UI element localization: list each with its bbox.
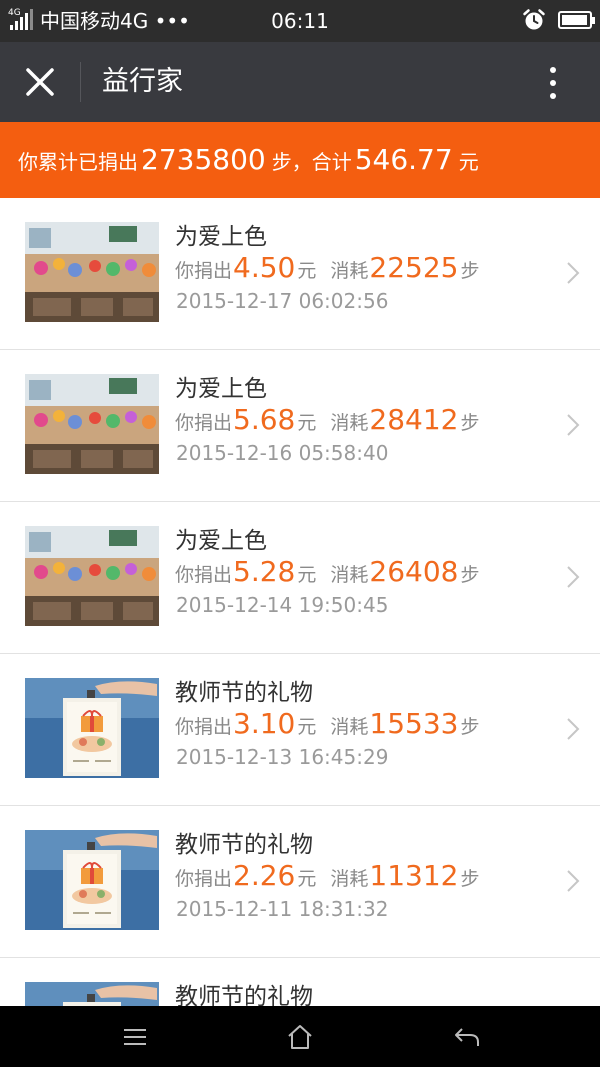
consumed-label: 消耗 bbox=[330, 260, 369, 282]
chevron-right-icon bbox=[567, 262, 580, 284]
steps-unit: 步 bbox=[460, 412, 480, 434]
yuan-unit: 元 bbox=[297, 716, 317, 738]
steps-unit: 步 bbox=[460, 868, 480, 890]
donation-timestamp: 2015-12-16 05:58:40 bbox=[176, 441, 389, 465]
steps-consumed: 28412 bbox=[369, 403, 459, 436]
donation-list-item[interactable]: 教师节的礼物 bbox=[0, 958, 600, 1006]
app-title-bar: 益行家 bbox=[0, 42, 600, 122]
yuan-unit: 元 bbox=[297, 868, 317, 890]
gift-card-photo-thumbnail bbox=[25, 982, 159, 1006]
donation-stats: 你捐出5.28 元消耗26408 步 bbox=[175, 554, 479, 590]
more-vertical-icon[interactable] bbox=[538, 64, 568, 102]
donation-list-item[interactable]: 为爱上色 你捐出5.68 元消耗28412 步 2015-12-16 05:58:4… bbox=[0, 350, 600, 502]
consumed-label: 消耗 bbox=[330, 716, 369, 738]
summary-steps-unit: 步，合计 bbox=[271, 150, 352, 174]
donation-timestamp: 2015-12-13 16:45:29 bbox=[176, 745, 389, 769]
project-name: 为爱上色 bbox=[175, 224, 267, 250]
donation-stats: 你捐出2.26 元消耗11312 步 bbox=[175, 858, 479, 894]
project-name: 为爱上色 bbox=[175, 376, 267, 402]
chevron-right-icon bbox=[567, 718, 580, 740]
steps-unit: 步 bbox=[460, 260, 480, 282]
summary-total-steps: 2735800 bbox=[141, 143, 266, 176]
donated-label: 你捐出 bbox=[175, 716, 233, 738]
classroom-photo-thumbnail bbox=[25, 374, 159, 474]
gift-card-photo-thumbnail bbox=[25, 678, 159, 778]
status-bar: 4G 中国移动4G ••• 06:11 bbox=[0, 0, 600, 42]
donation-timestamp: 2015-12-14 19:50:45 bbox=[176, 593, 389, 617]
donation-list-item[interactable]: 教师节的礼物 你捐出2.26 元消耗11312 步 2015-12-11 18:31… bbox=[0, 806, 600, 958]
donation-amount: 4.50 bbox=[233, 251, 296, 284]
close-icon[interactable] bbox=[20, 62, 60, 102]
project-name: 教师节的礼物 bbox=[175, 832, 313, 858]
donation-stats: 你捐出4.50 元消耗22525 步 bbox=[175, 250, 479, 286]
battery-icon bbox=[558, 11, 595, 29]
donation-summary-banner: 你累计已捐出 2735800 步，合计 546.77 元 bbox=[0, 122, 600, 198]
summary-amount-unit: 元 bbox=[458, 150, 479, 174]
donation-amount: 2.26 bbox=[233, 859, 296, 892]
gift-card-photo-thumbnail bbox=[25, 830, 159, 930]
steps-consumed: 22525 bbox=[369, 251, 459, 284]
donation-stats: 你捐出3.10 元消耗15533 步 bbox=[175, 706, 479, 742]
consumed-label: 消耗 bbox=[330, 564, 369, 586]
steps-consumed: 11312 bbox=[369, 859, 459, 892]
clock: 06:11 bbox=[271, 9, 329, 33]
donation-amount: 5.28 bbox=[233, 555, 296, 588]
chevron-right-icon bbox=[567, 566, 580, 588]
menu-icon[interactable] bbox=[120, 1022, 150, 1052]
title-divider bbox=[80, 62, 81, 102]
donation-amount: 5.68 bbox=[233, 403, 296, 436]
alarm-clock-icon bbox=[523, 9, 545, 30]
steps-unit: 步 bbox=[460, 716, 480, 738]
steps-unit: 步 bbox=[460, 564, 480, 586]
steps-consumed: 15533 bbox=[369, 707, 459, 740]
donation-timestamp: 2015-12-17 06:02:56 bbox=[176, 289, 389, 313]
yuan-unit: 元 bbox=[297, 260, 317, 282]
system-navigation-bar bbox=[0, 1006, 600, 1067]
classroom-photo-thumbnail bbox=[25, 222, 159, 322]
page-title: 益行家 bbox=[102, 66, 183, 97]
summary-prefix: 你累计已捐出 bbox=[18, 150, 138, 174]
donation-timestamp: 2015-12-11 18:31:32 bbox=[176, 897, 389, 921]
classroom-photo-thumbnail bbox=[25, 526, 159, 626]
steps-consumed: 26408 bbox=[369, 555, 459, 588]
donated-label: 你捐出 bbox=[175, 868, 233, 890]
yuan-unit: 元 bbox=[297, 564, 317, 586]
donated-label: 你捐出 bbox=[175, 260, 233, 282]
summary-total-amount: 546.77 bbox=[354, 143, 453, 176]
chevron-right-icon bbox=[567, 414, 580, 436]
project-name: 为爱上色 bbox=[175, 528, 267, 554]
yuan-unit: 元 bbox=[297, 412, 317, 434]
consumed-label: 消耗 bbox=[330, 868, 369, 890]
donation-list-item[interactable]: 教师节的礼物 你捐出3.10 元消耗15533 步 2015-12-13 16:45… bbox=[0, 654, 600, 806]
donation-stats: 你捐出5.68 元消耗28412 步 bbox=[175, 402, 479, 438]
donation-list-item[interactable]: 为爱上色 你捐出5.28 元消耗26408 步 2015-12-14 19:50:4… bbox=[0, 502, 600, 654]
donation-list-item[interactable]: 为爱上色 你捐出4.50 元消耗22525 步 2015-12-17 06:02:5… bbox=[0, 198, 600, 350]
project-name: 教师节的礼物 bbox=[175, 680, 313, 706]
donated-label: 你捐出 bbox=[175, 564, 233, 586]
chevron-right-icon bbox=[567, 870, 580, 892]
project-name: 教师节的礼物 bbox=[175, 984, 313, 1006]
back-arrow-icon[interactable] bbox=[452, 1022, 482, 1052]
donation-list[interactable]: 为爱上色 你捐出4.50 元消耗22525 步 2015-12-17 06:02:5… bbox=[0, 198, 600, 1006]
consumed-label: 消耗 bbox=[330, 412, 369, 434]
donation-amount: 3.10 bbox=[233, 707, 296, 740]
home-icon[interactable] bbox=[285, 1022, 315, 1052]
donated-label: 你捐出 bbox=[175, 412, 233, 434]
